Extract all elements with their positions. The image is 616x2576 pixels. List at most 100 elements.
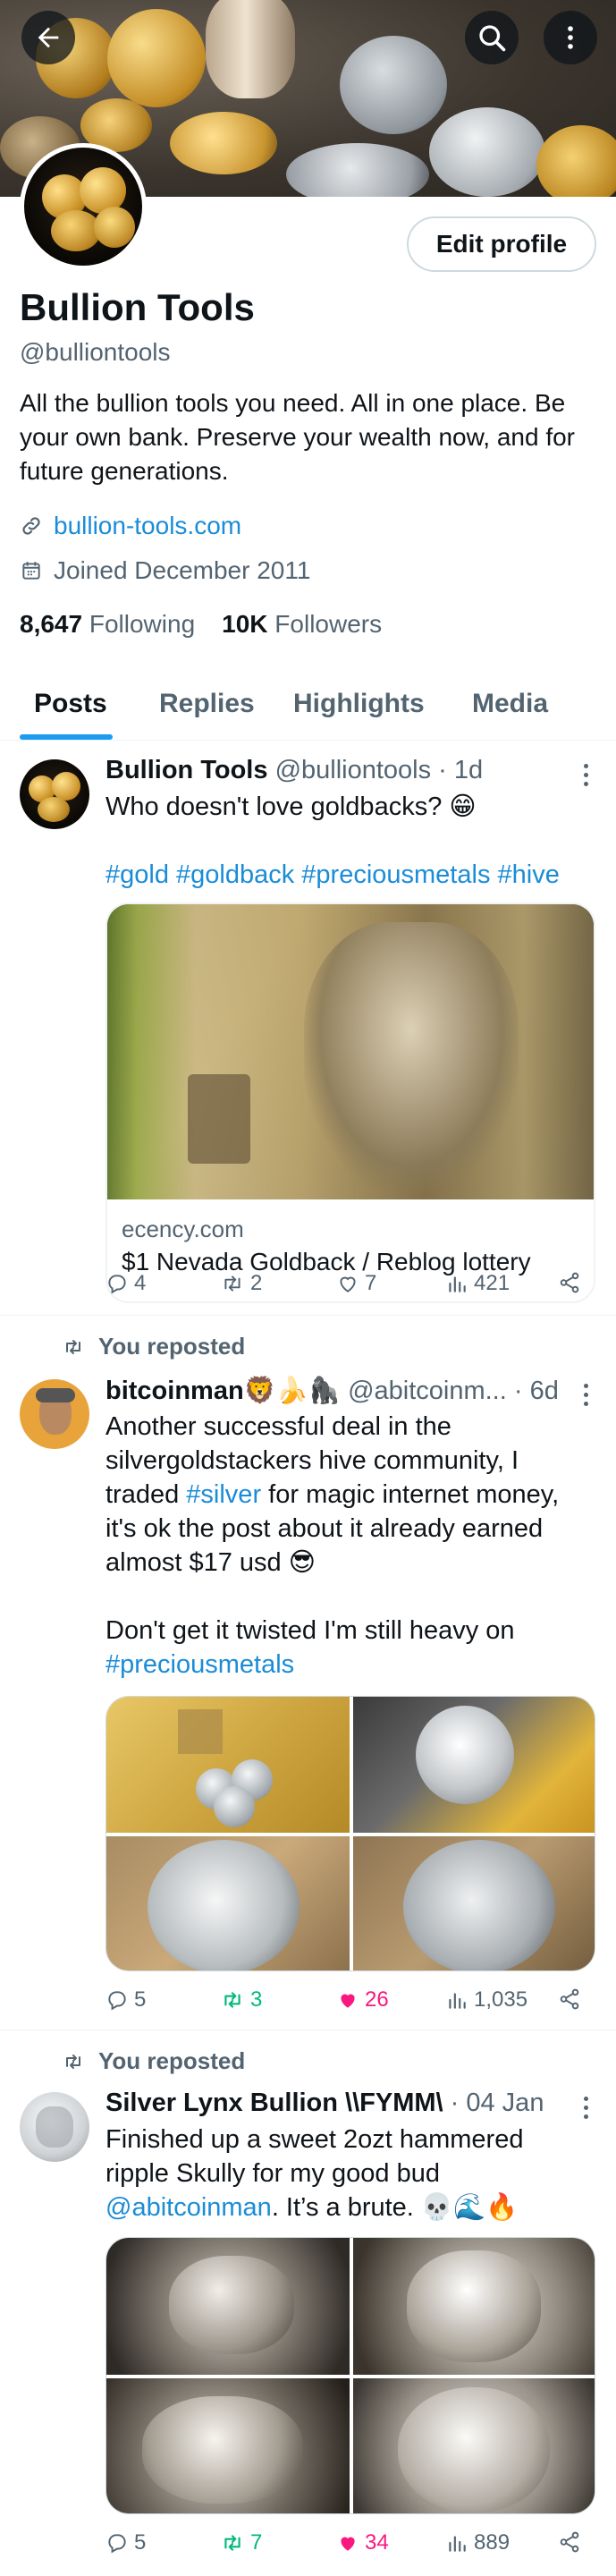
post-text: Finished up a sweet 2ozt hammered ripple… [105, 2123, 595, 2224]
more-button[interactable] [544, 11, 597, 64]
post-author-name[interactable]: Silver Lynx Bullion \\FYMM\ [105, 2089, 443, 2117]
media-image[interactable] [106, 2238, 350, 2375]
reply-button[interactable]: 5 [105, 1987, 146, 2012]
profile-bio: All the bullion tools you need. All in o… [20, 389, 576, 485]
skull-silver [407, 2250, 541, 2362]
goldback-portrait [304, 922, 519, 1191]
reply-button[interactable]: 4 [105, 1271, 146, 1296]
heart-icon [340, 1276, 356, 1292]
avatar-coin [38, 797, 70, 822]
repost-count: 7 [250, 2530, 263, 2555]
repost-icon [224, 1275, 240, 1292]
like-count: 26 [365, 1987, 389, 2012]
media-image[interactable] [106, 1836, 350, 1970]
post-author-handle[interactable]: @abitcoinm... [348, 1377, 507, 1405]
banner-coin [107, 9, 206, 107]
skull-silver-back [398, 2387, 550, 2512]
post-avatar[interactable] [20, 2092, 89, 2162]
like-button[interactable]: 26 [336, 1987, 389, 2012]
share-icon [560, 2531, 579, 2553]
media-image[interactable] [353, 1697, 595, 1833]
media-image[interactable] [106, 2378, 350, 2513]
post-more-icon[interactable] [584, 1384, 591, 1411]
views-count: 421 [474, 1271, 511, 1295]
followers-link[interactable]: 10K Followers [222, 610, 382, 639]
post-text-line: ripple Skully for my good bud [105, 2159, 440, 2188]
repost-label[interactable]: You reposted [98, 1333, 245, 1360]
edit-profile-button[interactable]: Edit profile [407, 216, 596, 272]
search-button[interactable] [465, 11, 519, 64]
reply-button[interactable]: 5 [105, 2530, 146, 2555]
media-image[interactable] [106, 1697, 350, 1833]
silver-round [214, 1786, 255, 1827]
post-time[interactable]: · 1d [438, 756, 483, 784]
profile-counts: 8,647 Following 10K Followers [20, 610, 382, 639]
following-count: 8,647 [20, 610, 83, 638]
post-time[interactable]: · 6d [514, 1377, 559, 1405]
back-button[interactable] [21, 11, 75, 64]
banner-coin [429, 107, 545, 197]
post-more-icon[interactable] [584, 2097, 591, 2123]
repost-button[interactable]: 2 [220, 1271, 262, 1296]
search-icon [479, 25, 506, 52]
link-card-domain: ecency.com [122, 1216, 244, 1242]
share-button[interactable] [558, 2530, 581, 2554]
repost-label[interactable]: You reposted [98, 2047, 245, 2075]
followers-count: 10K [222, 610, 268, 638]
profile-handle: @bulliontools [20, 338, 171, 366]
media-image[interactable] [353, 2378, 595, 2513]
share-button[interactable] [558, 1987, 581, 2011]
post-author-name[interactable]: bitcoinman🦁🍌🦍 [105, 1377, 341, 1405]
tab-posts[interactable]: Posts [34, 689, 107, 719]
post-actions: 5 3 26 1,035 [105, 1987, 595, 2018]
banner-coin [340, 36, 447, 134]
media-image[interactable] [353, 1836, 595, 1970]
post-avatar[interactable] [20, 1379, 89, 1449]
post-author-name[interactable]: Bullion Tools [105, 756, 268, 784]
post-text-line: it's ok the post about it already earned [105, 1514, 544, 1543]
like-button[interactable]: 7 [336, 1271, 376, 1296]
post[interactable]: You reposted bitcoinman🦁🍌🦍 @abitcoinm...… [0, 1317, 616, 2030]
profile-display-name: Bullion Tools [20, 286, 255, 328]
media-image[interactable] [353, 2238, 595, 2375]
morgan-dollar [148, 1840, 300, 1970]
hashtag-silver[interactable]: #silver [186, 1480, 261, 1509]
post-avatar[interactable] [20, 759, 89, 829]
like-button[interactable]: 34 [336, 2530, 389, 2555]
tab-replies[interactable]: Replies [159, 689, 255, 719]
views-icon [449, 1993, 466, 2009]
media-grid [105, 2237, 595, 2514]
avatar-hat [36, 1388, 75, 1402]
tab-highlights[interactable]: Highlights [293, 689, 425, 719]
post-author-handle[interactable]: @bulliontools [275, 756, 432, 784]
silver-coin [416, 1706, 514, 1804]
views-button[interactable]: 421 [445, 1271, 510, 1296]
repost-indicator: You reposted [61, 1333, 245, 1360]
post[interactable]: You reposted Silver Lynx Bullion \\FYMM\… [0, 2031, 616, 2576]
mention-abitcoinman[interactable]: @abitcoinman [105, 2193, 272, 2222]
post[interactable]: Bullion Tools @bulliontools · 1d Who doe… [0, 741, 616, 1316]
views-button[interactable]: 889 [445, 2530, 510, 2555]
repost-button[interactable]: 7 [220, 2530, 262, 2555]
share-button[interactable] [558, 1271, 581, 1294]
profile-avatar[interactable] [20, 143, 147, 270]
repost-count: 3 [250, 1987, 263, 2012]
banner-coin [286, 143, 429, 197]
post-time[interactable]: · 04 Jan [451, 2089, 544, 2117]
link-card[interactable]: ecency.com $1 Nevada Goldback / Reblog l… [105, 902, 595, 1303]
post-more-icon[interactable] [584, 764, 591, 791]
heart-filled-icon [341, 1994, 355, 2008]
heart-filled-icon [341, 2537, 355, 2551]
following-label: Following [89, 610, 196, 638]
hashtag-preciousmetals[interactable]: #preciousmetals [105, 1648, 595, 1682]
more-vertical-icon [568, 26, 573, 49]
reply-count: 5 [134, 2530, 147, 2555]
following-link[interactable]: 8,647 Following [20, 610, 195, 639]
share-icon [560, 1988, 579, 2010]
repost-button[interactable]: 3 [220, 1987, 262, 2012]
profile-tabs: Posts Replies Highlights Media [0, 662, 616, 741]
profile-website-link[interactable]: bullion-tools.com [54, 512, 241, 540]
tab-media[interactable]: Media [472, 689, 548, 719]
post-hashtags[interactable]: #gold #goldback #preciousmetals #hive [105, 858, 595, 892]
views-button[interactable]: 1,035 [445, 1987, 527, 2012]
